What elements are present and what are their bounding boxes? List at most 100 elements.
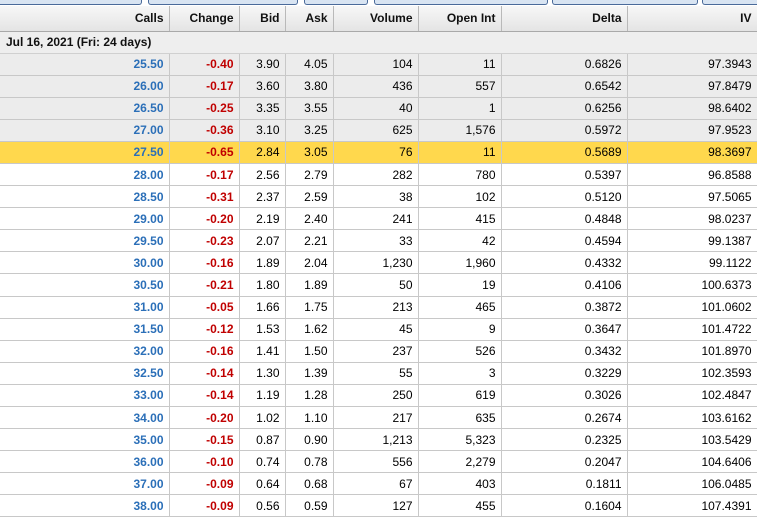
delta-cell: 0.5120 (501, 185, 628, 209)
volume-cell: 38 (333, 185, 419, 209)
option-row[interactable]: 27.00 -0.36 3.10 3.25 625 1,576 0.5972 97.9523 (0, 119, 757, 142)
toolbar-field-4[interactable] (374, 0, 548, 5)
toolbar-field-2[interactable] (148, 0, 298, 5)
strike-cell: 26.50 (0, 97, 170, 120)
volume-cell: 556 (333, 450, 419, 474)
column-header-volume[interactable]: Volume (333, 6, 419, 32)
column-header-calls[interactable]: Calls (0, 6, 170, 32)
open-int-cell: 465 (418, 296, 502, 319)
option-row[interactable]: 30.50 -0.21 1.80 1.89 50 19 0.4106 100.6373 (0, 273, 757, 297)
bid-cell: 2.37 (239, 185, 286, 209)
toolbar-field-6[interactable] (702, 0, 757, 5)
option-row[interactable]: 30.00 -0.16 1.89 2.04 1,230 1,960 0.4332 99.112… (0, 251, 757, 275)
ask-cell: 1.28 (285, 384, 334, 408)
option-row[interactable]: 32.50 -0.14 1.30 1.39 55 3 0.3229 102.3593 (0, 362, 757, 385)
open-int-cell: 1,576 (418, 119, 502, 142)
bid-cell: 1.41 (239, 340, 286, 363)
iv-cell: 103.5429 (627, 428, 757, 452)
open-int-cell: 11 (418, 141, 502, 164)
option-row[interactable]: 33.00 -0.14 1.19 1.28 250 619 0.3026 102.4847 (0, 384, 757, 408)
column-header-open-int[interactable]: Open Int (418, 6, 502, 32)
option-row[interactable]: 37.00 -0.09 0.64 0.68 67 403 0.1811 106.0485 (0, 472, 757, 496)
option-row[interactable]: 29.00 -0.20 2.19 2.40 241 415 0.4848 98.0237 (0, 207, 757, 231)
change-cell: -0.21 (169, 273, 240, 297)
option-row[interactable]: 28.50 -0.31 2.37 2.59 38 102 0.5120 97.5065 (0, 185, 757, 209)
volume-cell: 40 (333, 97, 419, 120)
bid-cell: 1.19 (239, 384, 286, 408)
option-row[interactable]: 36.00 -0.10 0.74 0.78 556 2,279 0.2047 104.6406 (0, 450, 757, 474)
option-row[interactable]: 26.00 -0.17 3.60 3.80 436 557 0.6542 97.8479 (0, 75, 757, 98)
change-cell: -0.23 (169, 229, 240, 253)
iv-cell: 102.4847 (627, 384, 757, 408)
toolbar-field-5[interactable] (552, 0, 698, 5)
open-int-cell: 455 (418, 494, 502, 518)
strike-cell: 35.00 (0, 428, 170, 452)
change-cell: -0.12 (169, 318, 240, 341)
toolbar-field-3[interactable] (304, 0, 368, 5)
strike-cell: 28.50 (0, 185, 170, 209)
ask-cell: 3.55 (285, 97, 334, 120)
change-cell: -0.36 (169, 119, 240, 142)
delta-cell: 0.6542 (501, 75, 628, 98)
strike-cell: 28.00 (0, 163, 170, 187)
strike-cell: 29.50 (0, 229, 170, 253)
open-int-cell: 619 (418, 384, 502, 408)
strike-cell: 31.00 (0, 296, 170, 319)
column-header-ask[interactable]: Ask (285, 6, 334, 32)
volume-cell: 50 (333, 273, 419, 297)
open-int-cell: 102 (418, 185, 502, 209)
ask-cell: 0.59 (285, 494, 334, 518)
change-cell: -0.31 (169, 185, 240, 209)
open-int-cell: 526 (418, 340, 502, 363)
option-row[interactable]: 26.50 -0.25 3.35 3.55 40 1 0.6256 98.6402 (0, 97, 757, 120)
expiry-group-row[interactable]: Jul 16, 2021 (Fri: 24 days) (0, 31, 757, 54)
bid-cell: 0.64 (239, 472, 286, 496)
volume-cell: 76 (333, 141, 419, 164)
iv-cell: 98.6402 (627, 97, 757, 120)
option-row[interactable]: 32.00 -0.16 1.41 1.50 237 526 0.3432 101.8970 (0, 340, 757, 363)
option-row[interactable]: 31.00 -0.05 1.66 1.75 213 465 0.3872 101.0602 (0, 296, 757, 319)
delta-cell: 0.5397 (501, 163, 628, 187)
change-cell: -0.10 (169, 450, 240, 474)
open-int-cell: 415 (418, 207, 502, 231)
iv-cell: 97.5065 (627, 185, 757, 209)
column-header-delta[interactable]: Delta (501, 6, 628, 32)
change-cell: -0.16 (169, 340, 240, 363)
volume-cell: 67 (333, 472, 419, 496)
iv-cell: 107.4391 (627, 494, 757, 518)
option-row[interactable]: 34.00 -0.20 1.02 1.10 217 635 0.2674 103.6162 (0, 406, 757, 430)
volume-cell: 1,213 (333, 428, 419, 452)
change-cell: -0.05 (169, 296, 240, 319)
volume-cell: 213 (333, 296, 419, 319)
change-cell: -0.09 (169, 494, 240, 518)
delta-cell: 0.5972 (501, 119, 628, 142)
toolbar-field-1[interactable] (0, 0, 142, 5)
bid-cell: 2.07 (239, 229, 286, 253)
expiry-group-label: Jul 16, 2021 (Fri: 24 days) (0, 31, 757, 54)
bid-cell: 3.90 (239, 53, 286, 76)
open-int-cell: 9 (418, 318, 502, 341)
iv-cell: 99.1122 (627, 251, 757, 275)
option-row[interactable]: 29.50 -0.23 2.07 2.21 33 42 0.4594 99.1387 (0, 229, 757, 253)
bid-cell: 2.56 (239, 163, 286, 187)
bid-cell: 3.60 (239, 75, 286, 98)
iv-cell: 97.3943 (627, 53, 757, 76)
strike-cell: 29.00 (0, 207, 170, 231)
column-header-bid[interactable]: Bid (239, 6, 286, 32)
column-header-change[interactable]: Change (169, 6, 240, 32)
bid-cell: 3.10 (239, 119, 286, 142)
open-int-cell: 3 (418, 362, 502, 385)
column-header-iv[interactable]: IV (627, 6, 757, 32)
option-row-selected[interactable]: 27.50 -0.65 2.84 3.05 76 11 0.5689 98.3697 (0, 141, 757, 164)
volume-cell: 250 (333, 384, 419, 408)
option-row[interactable]: 25.50 -0.40 3.90 4.05 104 11 0.6826 97.3943 (0, 53, 757, 76)
option-row[interactable]: 31.50 -0.12 1.53 1.62 45 9 0.3647 101.4722 (0, 318, 757, 341)
option-row[interactable]: 38.00 -0.09 0.56 0.59 127 455 0.1604 107.4391 (0, 494, 757, 518)
delta-cell: 0.4594 (501, 229, 628, 253)
option-row[interactable]: 35.00 -0.15 0.87 0.90 1,213 5,323 0.2325 103.54… (0, 428, 757, 452)
volume-cell: 217 (333, 406, 419, 430)
option-row[interactable]: 28.00 -0.17 2.56 2.79 282 780 0.5397 96.8588 (0, 163, 757, 187)
delta-cell: 0.3026 (501, 384, 628, 408)
strike-cell: 26.00 (0, 75, 170, 98)
strike-cell: 27.50 (0, 141, 170, 164)
